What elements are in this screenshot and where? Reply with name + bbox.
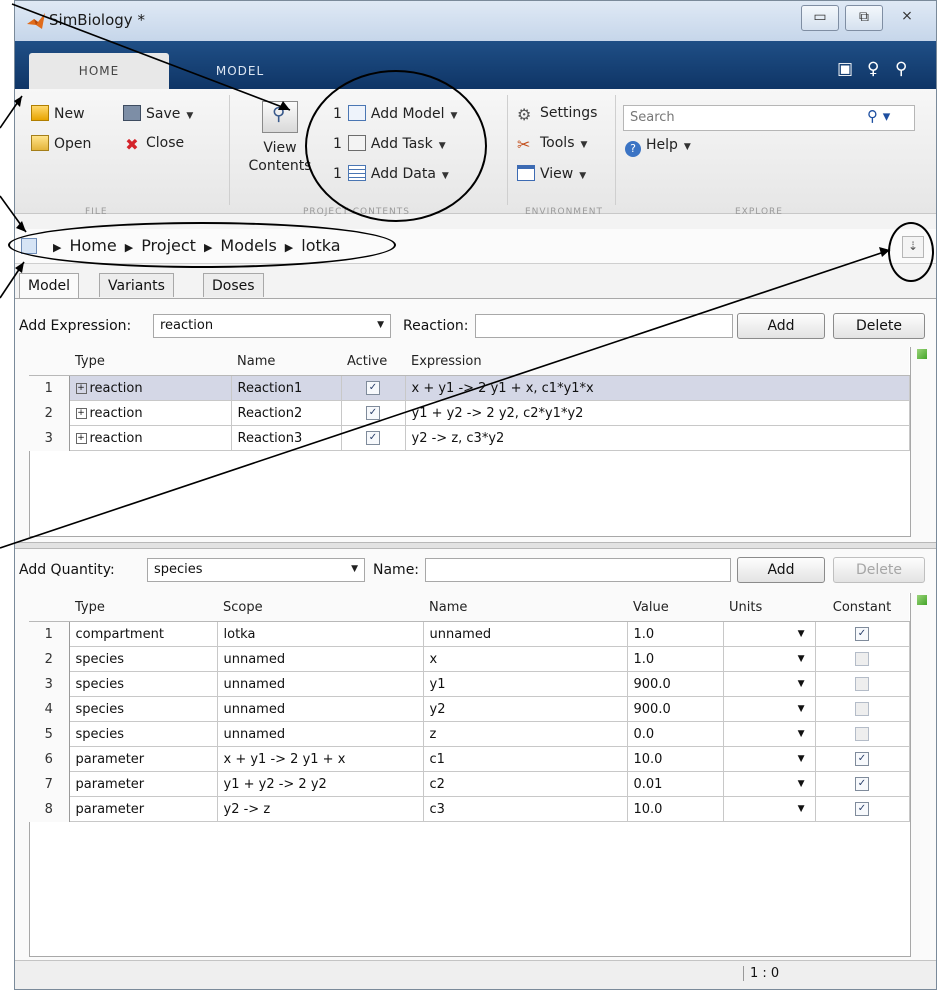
simbiology-screenshot: SimBiology * ▭ ⧉ ⨯ HOME MODEL ▣ ♀ ⚲ New … (0, 0, 937, 993)
annotation-leader-lines (0, 3, 891, 549)
